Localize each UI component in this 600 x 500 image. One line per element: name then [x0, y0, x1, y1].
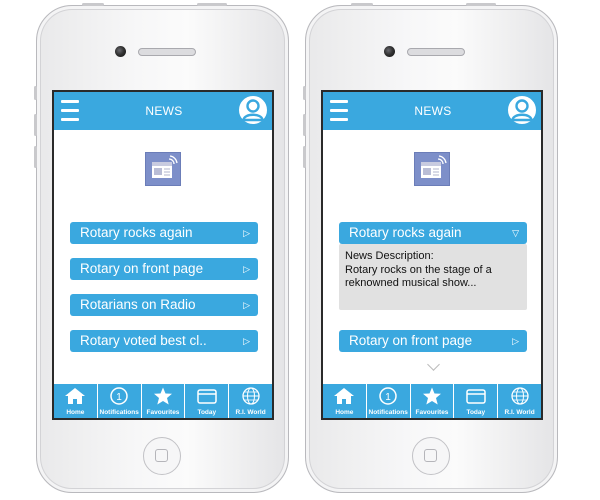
home-hardware-button[interactable] — [412, 437, 450, 475]
user-profile-icon[interactable] — [506, 94, 538, 126]
app-header: NEWS — [323, 92, 541, 130]
card-icon — [466, 389, 486, 404]
description-text: Rotary rocks on the stage of a reknowned… — [345, 263, 492, 290]
tab-today[interactable]: Today — [454, 384, 499, 418]
tab-ri-world[interactable]: R.I. World — [229, 384, 272, 418]
news-item-label: Rotary on front page — [80, 261, 204, 276]
tab-home[interactable]: Home — [54, 384, 98, 418]
app-screen: NEWS Rotary rocks again ▷ Rotary on fron… — [52, 90, 274, 420]
news-item-button[interactable]: Rotary rocks again ▷ — [70, 222, 258, 244]
front-camera — [384, 46, 395, 57]
star-icon — [422, 387, 441, 405]
globe-icon — [241, 387, 260, 405]
home-square-icon — [155, 449, 168, 462]
tab-favourites[interactable]: Favourites — [411, 384, 455, 418]
power-button — [466, 3, 496, 6]
notification-badge: 1 — [385, 392, 391, 403]
tab-label: R.I. World — [504, 409, 535, 416]
front-camera — [115, 46, 126, 57]
bottom-tab-bar: Home 1 Notifications Favourites Today R.… — [54, 384, 272, 418]
notifications-icon: 1 — [379, 387, 397, 405]
volume-button — [34, 146, 37, 168]
tab-label: R.I. World — [235, 409, 266, 416]
tab-label: Today — [466, 409, 486, 416]
play-arrow-icon: ▷ — [512, 336, 519, 346]
hamburger-menu-icon[interactable] — [61, 100, 79, 122]
page-title: NEWS — [414, 104, 452, 118]
news-item-label: Rotarians on Radio — [80, 297, 196, 312]
tab-ri-world[interactable]: R.I. World — [498, 384, 541, 418]
silent-switch — [351, 3, 373, 6]
tab-label: Today — [197, 409, 217, 416]
power-button — [197, 3, 227, 6]
bottom-tab-bar: Home 1 Notifications Favourites Today R.… — [323, 384, 541, 418]
tab-label: Home — [335, 409, 354, 416]
news-thumbnail-icon — [414, 152, 450, 186]
tab-notifications[interactable]: 1 Notifications — [98, 384, 142, 418]
news-item-button-expanded[interactable]: Rotary rocks again ▽ — [339, 222, 527, 244]
phone-right: NEWS Rotary rocks again ▽ News Descripti… — [303, 3, 558, 493]
news-item-button[interactable]: Rotary on front page ▷ — [70, 258, 258, 280]
home-icon — [65, 388, 86, 404]
notification-badge: 1 — [116, 392, 122, 403]
home-square-icon — [424, 449, 437, 462]
tab-label: Home — [66, 409, 85, 416]
volume-button — [34, 114, 37, 136]
tab-notifications[interactable]: 1 Notifications — [367, 384, 411, 418]
news-thumbnail-icon — [145, 152, 181, 186]
play-arrow-icon: ▷ — [243, 264, 250, 274]
volume-button — [303, 146, 306, 168]
globe-icon — [510, 387, 529, 405]
news-item-button[interactable]: Rotary voted best cl.. ▷ — [70, 330, 258, 352]
news-item-label: Rotary rocks again — [349, 225, 462, 240]
user-profile-icon[interactable] — [237, 94, 269, 126]
news-item-button[interactable]: Rotarians on Radio ▷ — [70, 294, 258, 316]
news-item-button[interactable]: Rotary on front page ▷ — [339, 330, 527, 352]
play-arrow-icon: ▷ — [243, 300, 250, 310]
page-title: NEWS — [145, 104, 183, 118]
app-screen: NEWS Rotary rocks again ▽ News Descripti… — [321, 90, 543, 420]
news-item-label: Rotary rocks again — [80, 225, 193, 240]
tab-favourites[interactable]: Favourites — [142, 384, 186, 418]
tab-label: Favourites — [415, 409, 449, 416]
news-description: News Description: Rotary rocks on the st… — [339, 244, 527, 310]
play-arrow-icon: ▷ — [243, 228, 250, 238]
earpiece-speaker — [407, 48, 465, 56]
notifications-icon: 1 — [110, 387, 128, 405]
tab-today[interactable]: Today — [185, 384, 230, 418]
play-arrow-icon: ▷ — [243, 336, 250, 346]
home-hardware-button[interactable] — [143, 437, 181, 475]
tab-label: Notifications — [99, 409, 139, 416]
tab-label: Favourites — [146, 409, 180, 416]
volume-button — [303, 86, 306, 100]
volume-button — [34, 86, 37, 100]
app-header: NEWS — [54, 92, 272, 130]
card-icon — [197, 389, 217, 404]
phone-left: NEWS Rotary rocks again ▷ Rotary on fron… — [34, 3, 289, 493]
news-item-label: Rotary on front page — [349, 333, 473, 348]
tab-home[interactable]: Home — [323, 384, 367, 418]
hamburger-menu-icon[interactable] — [330, 100, 348, 122]
tab-label: Notifications — [368, 409, 408, 416]
expand-arrow-icon: ▽ — [512, 228, 519, 238]
home-icon — [334, 388, 355, 404]
description-heading: News Description: — [345, 250, 434, 262]
earpiece-speaker — [138, 48, 196, 56]
news-item-label: Rotary voted best cl.. — [80, 333, 207, 348]
star-icon — [153, 387, 172, 405]
volume-button — [303, 114, 306, 136]
silent-switch — [82, 3, 104, 6]
chevron-down-icon[interactable] — [427, 358, 440, 371]
